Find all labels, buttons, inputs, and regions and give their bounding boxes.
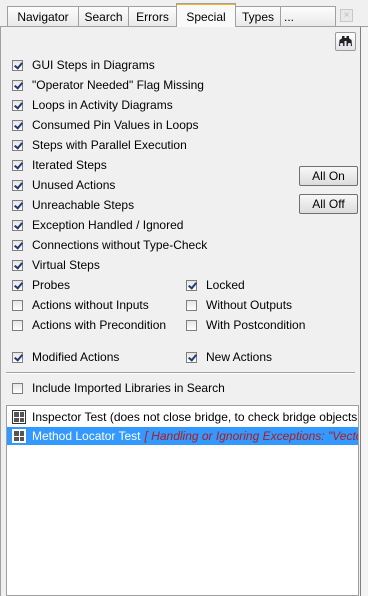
result-item-method-locator-test[interactable]: Method Locator Test [ Handling or Ignori…: [7, 427, 359, 445]
check-without-outputs[interactable]: Without Outputs: [186, 296, 292, 314]
test-case-icon: [12, 410, 26, 424]
tab-errors[interactable]: Errors: [128, 6, 177, 26]
locked-label: Locked: [206, 278, 245, 292]
operator-needed-checkbox[interactable]: [12, 79, 23, 91]
unused-actions-checkbox[interactable]: [12, 179, 23, 191]
without-outputs-label: Without Outputs: [206, 298, 293, 312]
iterated-steps-label: Iterated Steps: [32, 158, 107, 172]
tab-more[interactable]: ...: [280, 6, 336, 26]
scroll-gutter: [361, 27, 368, 596]
probes-checkbox[interactable]: [12, 279, 23, 291]
consumed-pin-label: Consumed Pin Values in Loops: [32, 118, 199, 132]
check-iterated-steps[interactable]: Iterated Steps: [12, 156, 107, 174]
exception-handled-checkbox[interactable]: [12, 219, 23, 231]
check-locked[interactable]: Locked: [186, 276, 245, 294]
check-virtual-steps[interactable]: Virtual Steps: [12, 256, 100, 274]
loops-activity-checkbox[interactable]: [12, 99, 23, 111]
probes-label: Probes: [32, 278, 71, 292]
actions-without-inputs-label: Actions without Inputs: [32, 298, 149, 312]
actions-precondition-checkbox[interactable]: [12, 319, 23, 331]
result-name: Inspector Test (does not close bridge, t…: [32, 410, 358, 424]
check-actions-without-inputs[interactable]: Actions without Inputs: [12, 296, 149, 314]
test-case-icon: [12, 429, 26, 443]
special-panel: GUI Steps in Diagrams "Operator Needed" …: [0, 27, 361, 596]
actions-precondition-label: Actions with Precondition: [32, 318, 167, 332]
results-list[interactable]: Inspector Test (does not close bridge, t…: [6, 405, 359, 596]
virtual-steps-label: Virtual Steps: [32, 258, 100, 272]
check-exception-handled[interactable]: Exception Handled / Ignored: [12, 216, 183, 234]
new-actions-label: New Actions: [206, 350, 273, 364]
binoculars-icon: [339, 36, 352, 47]
all-off-button[interactable]: All Off: [299, 194, 358, 214]
gui-steps-checkbox[interactable]: [12, 59, 23, 71]
unreachable-steps-checkbox[interactable]: [12, 199, 23, 211]
result-name: Method Locator Test: [32, 429, 141, 443]
check-unreachable-steps[interactable]: Unreachable Steps: [12, 196, 134, 214]
include-imported-label: Include Imported Libraries in Search: [32, 381, 225, 395]
find-button[interactable]: [335, 32, 356, 51]
check-with-postcondition[interactable]: With Postcondition: [186, 316, 305, 334]
check-modified-actions[interactable]: Modified Actions: [12, 348, 119, 366]
result-item-inspector-test[interactable]: Inspector Test (does not close bridge, t…: [7, 408, 358, 426]
check-include-imported[interactable]: Include Imported Libraries in Search: [12, 379, 225, 397]
check-parallel-execution[interactable]: Steps with Parallel Execution: [12, 136, 187, 154]
unused-actions-label: Unused Actions: [32, 178, 116, 192]
loops-activity-label: Loops in Activity Diagrams: [32, 98, 173, 112]
unreachable-steps-label: Unreachable Steps: [32, 198, 135, 212]
modified-actions-checkbox[interactable]: [12, 351, 23, 363]
check-operator-needed[interactable]: "Operator Needed" Flag Missing: [12, 76, 204, 94]
parallel-execution-checkbox[interactable]: [12, 139, 23, 151]
gui-steps-label: GUI Steps in Diagrams: [32, 58, 155, 72]
check-actions-precondition[interactable]: Actions with Precondition: [12, 316, 166, 334]
tab-types[interactable]: Types: [235, 6, 281, 26]
check-consumed-pin[interactable]: Consumed Pin Values in Loops: [12, 116, 199, 134]
separator: [6, 372, 355, 374]
connections-typecheck-label: Connections without Type-Check: [32, 238, 208, 252]
with-postcondition-label: With Postcondition: [206, 318, 306, 332]
consumed-pin-checkbox[interactable]: [12, 119, 23, 131]
operator-needed-label: "Operator Needed" Flag Missing: [32, 78, 204, 92]
actions-without-inputs-checkbox[interactable]: [12, 299, 23, 311]
without-outputs-checkbox[interactable]: [186, 299, 197, 311]
tab-special[interactable]: Special: [176, 3, 236, 27]
connections-typecheck-checkbox[interactable]: [12, 239, 23, 251]
check-new-actions[interactable]: New Actions: [186, 348, 272, 366]
exception-handled-label: Exception Handled / Ignored: [32, 218, 184, 232]
include-imported-checkbox[interactable]: [12, 382, 23, 394]
check-loops-activity[interactable]: Loops in Activity Diagrams: [12, 96, 173, 114]
iterated-steps-checkbox[interactable]: [12, 159, 23, 171]
parallel-execution-label: Steps with Parallel Execution: [32, 138, 187, 152]
tab-navigator[interactable]: Navigator: [7, 6, 79, 26]
check-connections-typecheck[interactable]: Connections without Type-Check: [12, 236, 207, 254]
tab-strip: Navigator Search Errors Special Types ..…: [0, 0, 368, 27]
locked-checkbox[interactable]: [186, 279, 197, 291]
new-actions-checkbox[interactable]: [186, 351, 197, 363]
with-postcondition-checkbox[interactable]: [186, 319, 197, 331]
check-probes[interactable]: Probes: [12, 276, 70, 294]
result-detail: [ Handling or Ignoring Exceptions: "Vect…: [144, 429, 359, 443]
check-gui-steps[interactable]: GUI Steps in Diagrams: [12, 56, 155, 74]
close-icon[interactable]: ×: [340, 9, 353, 22]
virtual-steps-checkbox[interactable]: [12, 259, 23, 271]
tab-search[interactable]: Search: [78, 6, 129, 26]
modified-actions-label: Modified Actions: [32, 350, 120, 364]
all-on-button[interactable]: All On: [299, 166, 358, 186]
check-unused-actions[interactable]: Unused Actions: [12, 176, 115, 194]
